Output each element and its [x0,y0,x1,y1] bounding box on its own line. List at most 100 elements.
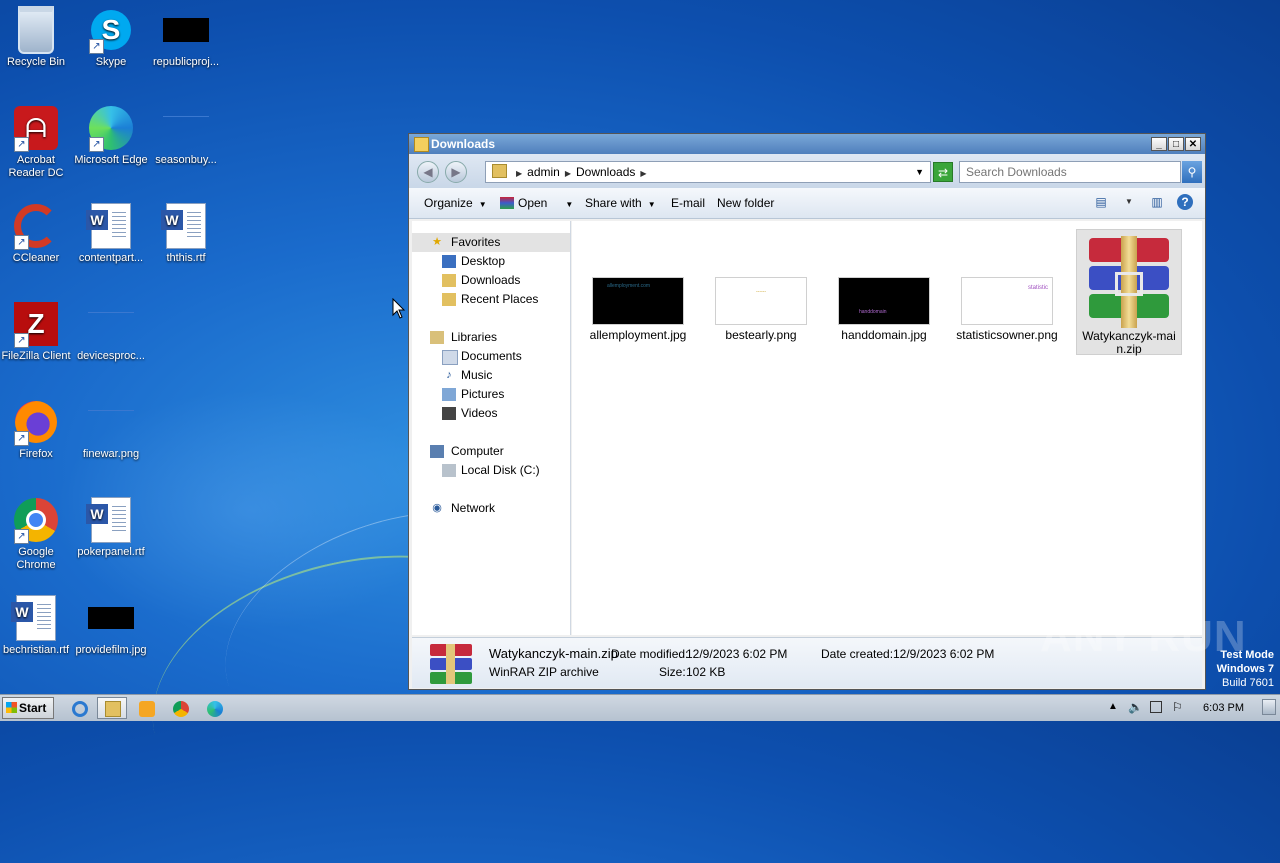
desktop-icon-ccleaner[interactable]: ↗ CCleaner [0,202,74,265]
minimize-button[interactable]: _ [1151,137,1167,151]
explorer-window: Downloads _ □ ✕ ◀ ▶ ▶ admin ▶ Downloads ▶ ▼ … [408,133,1206,690]
nav-label: Pictures [461,387,505,401]
image-file-icon [88,311,134,337]
open-button[interactable]: Open ▼ [500,188,573,218]
file-list: allemployment.com allemployment.jpg ----… [572,221,1202,635]
nav-item-desktop[interactable]: Desktop [412,252,570,271]
desktop-icon-finewar[interactable]: finewar.png [73,398,149,461]
close-button[interactable]: ✕ [1185,137,1201,151]
chevron-down-icon[interactable]: ▼ [1121,194,1137,210]
desktop-icon-label: CCleaner [12,252,60,264]
taskbar-app-file-explorer[interactable] [97,697,127,719]
videos-icon [442,407,456,420]
breadcrumb[interactable]: ▶ admin ▶ Downloads ▶ ▼ [485,161,931,183]
taskbar-app-internet-explorer[interactable] [64,697,94,719]
image-file-icon [163,18,209,42]
show-desktop-button[interactable] [1262,699,1276,715]
desktop-icon-edge[interactable]: ↗ Microsoft Edge [73,104,149,167]
desktop-icon-chrome[interactable]: ↗ Google Chrome [0,496,74,572]
maximize-button[interactable]: □ [1168,137,1184,151]
volume-icon[interactable]: 🔈 [1128,700,1143,714]
desktop-icon-contentpart[interactable]: W contentpart... [73,202,149,265]
forward-button[interactable]: ▶ [445,161,467,183]
address-bar-area: ◀ ▶ ▶ admin ▶ Downloads ▶ ▼ ⇄ ⚲ [409,154,1205,188]
desktop-icon-label: Firefox [19,448,53,460]
nav-item-local-disk[interactable]: Local Disk (C:) [412,461,570,480]
computer-icon [430,445,444,458]
file-name: statisticsowner.png [956,328,1058,342]
action-center-flag-icon[interactable]: ⚐ [1172,700,1183,714]
desktop-icon-seasonbuy[interactable]: seasonbuy... [148,104,224,167]
new-folder-button[interactable]: New folder [717,188,774,218]
start-button[interactable]: Start [2,697,54,719]
file-item[interactable]: ------ bestearly.png [709,277,813,342]
desktop-icon-skype[interactable]: S ↗ Skype [73,6,149,69]
shortcut-arrow-icon: ↗ [14,137,29,152]
hard-drive-icon [442,464,456,477]
desktop-icon-recycle-bin[interactable]: Recycle Bin [0,6,74,69]
taskbar-clock[interactable]: 6:03 PM [1203,695,1244,721]
taskbar-app-chrome[interactable] [165,697,195,719]
network-status-icon[interactable] [1150,701,1162,713]
file-item[interactable]: handdomain handdomain.jpg [832,277,936,342]
desktop-icon-label: bechristian.rtf [2,644,70,656]
preview-pane-icon[interactable]: ▥ [1149,194,1165,210]
nav-item-pictures[interactable]: Pictures [412,385,570,404]
recycle-bin-icon [18,6,54,54]
desktop-icon-pokerpanel[interactable]: W pokerpanel.rtf [73,496,149,559]
open-label: Open [518,196,548,210]
folder-icon [492,164,507,178]
image-file-icon [88,409,134,435]
nav-item-computer[interactable]: Computer [412,442,570,461]
file-item-selected[interactable]: Watykanczyk-main.zip [1076,229,1182,356]
desktop-icon-devicesproc[interactable]: devicesproc... [73,300,149,363]
nav-item-network[interactable]: ◉ Network [412,499,570,518]
desktop-icon-label: Microsoft Edge [74,154,148,166]
nav-item-music[interactable]: ♪ Music [412,366,570,385]
libraries-icon [430,331,444,344]
share-with-button[interactable]: Share with ▼ [585,188,656,218]
back-button[interactable]: ◀ [417,161,439,183]
edge-icon [207,701,223,717]
taskbar-app-edge[interactable] [199,697,229,719]
change-view-icon[interactable]: ▤ [1093,194,1109,210]
desktop-icon-providefilm[interactable]: providefilm.jpg [73,594,149,657]
desktop-icon-filezilla[interactable]: Z ↗ FileZilla Client [0,300,74,363]
desktop-icon-acrobat[interactable]: ᗩ ↗ Acrobat Reader DC [0,104,74,180]
organize-button[interactable]: Organize ▼ [424,188,487,218]
nav-item-downloads[interactable]: Downloads [412,271,570,290]
email-button[interactable]: E-mail [671,188,705,218]
file-item[interactable]: statistic statisticsowner.png [955,277,1059,342]
breadcrumb-item-downloads[interactable]: Downloads [576,165,635,179]
thumbnail-text: ------ [756,289,766,295]
window-titlebar[interactable]: Downloads _ □ ✕ [409,134,1205,154]
desktop-icon-ththis[interactable]: W ththis.rtf [148,202,224,265]
nav-label: Desktop [461,254,506,268]
nav-item-recent-places[interactable]: Recent Places [412,290,570,309]
nav-item-favorites[interactable]: ★ Favorites [412,233,570,252]
help-icon[interactable]: ? [1177,194,1193,210]
desktop-icon-republicproj[interactable]: republicproj... [148,6,224,69]
refresh-button[interactable]: ⇄ [933,162,953,182]
desktop-icon-firefox[interactable]: ↗ Firefox [0,398,74,461]
history-dropdown-icon[interactable]: ▼ [915,162,924,182]
taskbar-app-media-player[interactable] [131,697,161,719]
desktop-icon-bechristian[interactable]: W bechristian.rtf [0,594,74,657]
file-item[interactable]: allemployment.com allemployment.jpg [586,277,690,342]
search-input[interactable] [959,161,1181,183]
breadcrumb-item-admin[interactable]: admin [527,165,560,179]
desktop-icon-label: Google Chrome [16,546,56,571]
show-hidden-icons-icon[interactable]: ▲ [1108,701,1118,712]
command-bar: Organize ▼ Open ▼ Share with ▼ E-mail New f… [409,188,1205,219]
nav-item-videos[interactable]: Videos [412,404,570,423]
desktop-icon-label: FileZilla Client [1,350,71,362]
word-document-icon: W [86,203,131,249]
start-label: Start [19,701,47,715]
media-player-icon [139,701,155,717]
nav-item-libraries[interactable]: Libraries [412,328,570,347]
search-icon[interactable]: ⚲ [1182,161,1202,183]
winrar-archive-icon [1083,236,1175,328]
pictures-icon [442,388,456,401]
nav-item-documents[interactable]: Documents [412,347,570,366]
nav-label: Libraries [451,330,498,344]
